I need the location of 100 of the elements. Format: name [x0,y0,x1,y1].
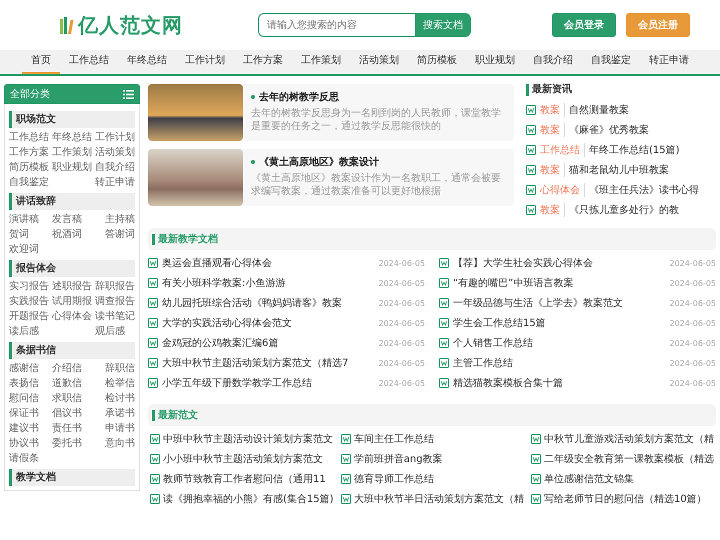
news-link[interactable]: 《只拣儿童多处行》的教 [569,203,679,217]
category-link[interactable]: 倡议书 [52,406,92,421]
nav-tab[interactable]: 转正申请 [640,50,698,74]
category-link[interactable]: 转正申请 [95,175,135,190]
menu-icon[interactable] [123,90,134,98]
category-link[interactable]: 求职信 [52,391,92,406]
category-link[interactable]: 欢迎词 [9,242,49,257]
document-link[interactable]: 幼儿园托班综合活动《鸭妈妈请客》教案 [162,296,374,310]
essay-link[interactable]: 德育导师工作总结 [354,472,434,486]
document-link[interactable]: 精选猫教案模板合集十篇 [453,376,666,390]
document-link[interactable]: 一年级品德与生活《上学去》教案范文 [453,296,666,310]
nav-tab[interactable]: 工作方案 [234,50,292,74]
nav-tab[interactable]: 工作计划 [176,50,234,74]
essay-link[interactable]: 读《拥抱幸福的小熊》有感(集合15篇) [163,492,334,506]
document-link[interactable]: 奥运会直播观看心得体会 [162,256,374,270]
news-link[interactable]: 年终工作总结(15篇) [589,143,680,157]
article-title[interactable]: 《黄土高原地区》教案设计 [259,155,379,169]
category-link[interactable]: 职业规划 [52,160,92,175]
category-link[interactable]: 发言稿 [52,212,92,227]
category-link[interactable]: 简历模板 [9,160,49,175]
essay-link[interactable]: 小小班中秋节主题活动策划方案范文 [163,452,323,466]
document-link[interactable]: 有关小班科学教案:小鱼游游 [162,276,374,290]
category-link[interactable]: 自我鉴定 [9,175,49,190]
news-link[interactable]: 《麻雀》优秀教案 [569,123,649,137]
document-link[interactable]: 金鸡冠的公鸡教案汇编6篇 [162,336,374,350]
category-link[interactable]: 实践报告 [9,294,49,309]
category-link[interactable]: 观后感 [95,324,135,339]
category-link[interactable]: 检讨书 [95,391,135,406]
essay-link[interactable]: 写给老师节日的慰问信（精选10篇） [544,492,707,506]
nav-tab[interactable]: 简历模板 [408,50,466,74]
category-link[interactable]: 感谢信 [9,361,49,376]
category-link[interactable]: 工作方案 [9,145,49,160]
category-link[interactable]: 道歉信 [52,376,92,391]
document-link[interactable]: 个人销售工作总结 [453,336,666,350]
category-link[interactable]: 答谢词 [95,227,135,242]
search-field[interactable]: 请输入您搜索的内容 [258,13,415,37]
category-link[interactable]: 辞职报告 [95,279,135,294]
category-link[interactable]: 试用期报 [52,294,92,309]
document-link[interactable]: 大班中秋节主题活动策划方案范文（精选7 [162,356,374,370]
nav-tab[interactable]: 工作总结 [60,50,118,74]
article-title[interactable]: 去年的树教学反思 [259,90,339,104]
category-link[interactable]: 意向书 [95,436,135,451]
category-link[interactable]: 介绍信 [52,361,92,376]
category-link[interactable]: 读后感 [9,324,49,339]
nav-tab[interactable]: 自我介绍 [524,50,582,74]
category-link[interactable]: 工作策划 [52,145,92,160]
category-link[interactable]: 开题报告 [9,309,49,324]
essay-link[interactable]: 中秋节儿童游戏活动策划方案范文（精 [544,432,714,446]
category-link[interactable]: 责任书 [52,421,92,436]
essay-link[interactable]: 单位感谢信范文锦集 [544,472,634,486]
document-link[interactable]: “有趣的嘴巴”中班语言教案 [453,276,666,290]
category-link[interactable]: 建议书 [9,421,49,436]
nav-tab[interactable]: 年终总结 [118,50,176,74]
category-link[interactable]: 检举信 [95,376,135,391]
document-link[interactable]: 学生会工作总结15篇 [453,316,666,330]
category-link[interactable]: 演讲稿 [9,212,49,227]
document-link[interactable]: 大学的实践活动心得体会范文 [162,316,374,330]
nav-tab[interactable]: 自我鉴定 [582,50,640,74]
essay-link[interactable]: 大班中秋节半日活动策划方案范文（精 [354,492,524,506]
category-link[interactable]: 委托书 [52,436,92,451]
category-link[interactable]: 祝酒词 [52,227,92,242]
essay-link[interactable]: 教师节致教育工作者慰问信（通用11 [163,472,326,486]
document-link[interactable]: 小学五年级下册数学教学工作总结 [162,376,374,390]
category-link[interactable]: 协议书 [9,436,49,451]
category-link[interactable]: 述职报告 [52,279,92,294]
category-link[interactable]: 慰问信 [9,391,49,406]
category-link[interactable]: 主持稿 [95,212,135,227]
essay-link[interactable]: 车间主任工作总结 [354,432,434,446]
category-link[interactable]: 保证书 [9,406,49,421]
essay-link[interactable]: 学前班拼音ang教案 [354,452,443,466]
essay-link[interactable]: 二年级安全教育第一课教案模板（精选 [544,452,714,466]
category-link[interactable]: 请假条 [9,451,49,466]
article-card[interactable]: 《黄土高原地区》教案设计 《黄土高原地区》教案设计作为一名教职工，通常会被要求编写教案，通过教案准备可以更好地根据 [148,149,514,206]
category-link[interactable]: 活动策划 [95,145,135,160]
nav-tab[interactable]: 工作策划 [292,50,350,74]
essay-link[interactable]: 中班中秋节主题活动设计策划方案范文 [163,432,333,446]
category-link[interactable]: 承诺书 [95,406,135,421]
category-link[interactable]: 工作计划 [95,130,135,145]
category-link[interactable]: 年终总结 [52,130,92,145]
category-link[interactable]: 自我介绍 [95,160,135,175]
search-button[interactable]: 搜索文档 [415,13,471,37]
category-link[interactable]: 读书笔记 [95,309,135,324]
nav-tab[interactable]: 活动策划 [350,50,408,74]
category-link[interactable]: 表扬信 [9,376,49,391]
category-link[interactable]: 申请书 [95,421,135,436]
category-link[interactable]: 心得体会 [52,309,92,324]
news-link[interactable]: 自然测量教案 [569,103,629,117]
site-logo[interactable]: 亿人范文网 [78,12,183,38]
category-link[interactable]: 贺词 [9,227,49,242]
category-link[interactable]: 实习报告 [9,279,49,294]
nav-tab[interactable]: 职业规划 [466,50,524,74]
document-link[interactable]: 主管工作总结 [453,356,666,370]
category-link[interactable]: 辞职信 [95,361,135,376]
category-link[interactable]: 工作总结 [9,130,49,145]
article-card[interactable]: 去年的树教学反思 去年的树教学反思身为一名刚到岗的人民教师，课堂教学是重要的任务之一，通过教学反思能很快的 [148,84,514,141]
document-link[interactable]: 【荐】大学生社会实践心得体会 [453,256,666,270]
news-link[interactable]: 《班主任兵法》读书心得 [589,183,699,197]
category-link[interactable]: 调查报告 [95,294,135,309]
nav-tab[interactable]: 首页 [22,50,60,74]
login-button[interactable]: 会员登录 [552,13,616,37]
